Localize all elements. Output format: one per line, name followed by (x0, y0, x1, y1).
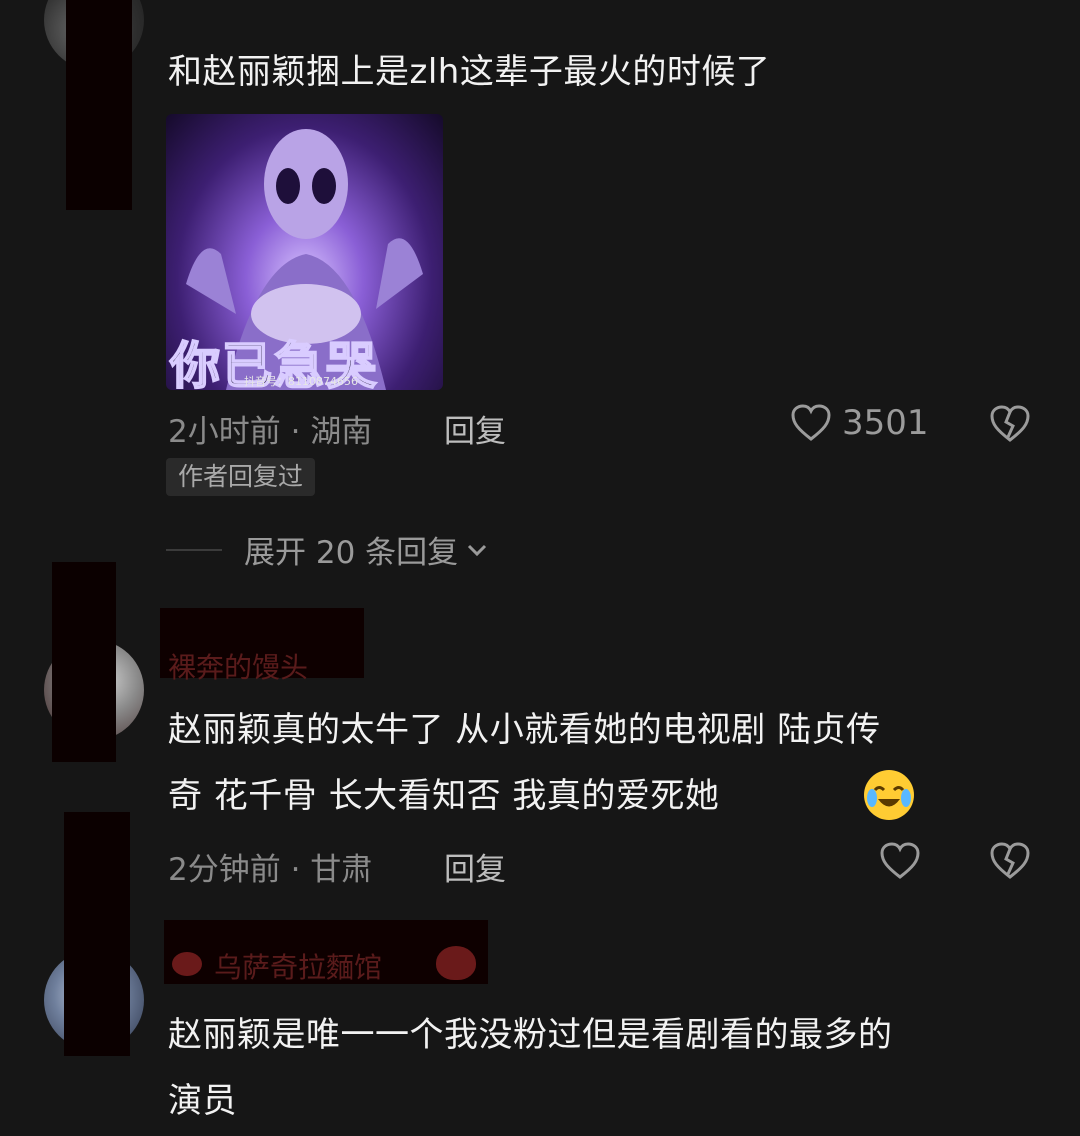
image-watermark: 抖音号：8110874656 (244, 375, 358, 388)
redaction-bar (64, 812, 130, 1056)
redaction-bar (66, 0, 132, 210)
comment-text-line-1: 赵丽颖是唯一一个我没粉过但是看剧看的最多的 (168, 1015, 893, 1055)
broken-heart-icon[interactable] (989, 841, 1031, 881)
chevron-down-icon (466, 543, 488, 557)
like-count: 3501 (842, 403, 929, 443)
expand-divider (166, 549, 222, 551)
expand-replies-label: 展开 20 条回复 (244, 535, 459, 571)
onion-icon (436, 946, 476, 980)
heart-icon (790, 403, 832, 443)
comment-text: 和赵丽颖捆上是zlh这辈子最火的时候了 (168, 52, 771, 92)
redaction-bar (52, 562, 116, 762)
username-fragment (170, 0, 490, 14)
comment-text-line-2: 奇 花千骨 长大看知否 我真的爱死她 (168, 776, 720, 816)
reply-button[interactable]: 回复 (444, 844, 506, 889)
heart-icon[interactable] (879, 841, 921, 881)
comment-text-line-1: 赵丽颖真的太牛了 从小就看她的电视剧 陆贞传 (168, 710, 881, 750)
expand-replies-button[interactable]: 展开 20 条回复 (244, 527, 488, 572)
comment-text-line-2: 演员 (168, 1081, 237, 1121)
reply-button[interactable]: 回复 (444, 406, 506, 451)
time-location: 2分钟前 · 甘肃 (168, 852, 373, 888)
crying-laughing-emoji-icon (864, 770, 914, 820)
author-replied-badge: 作者回复过 (166, 458, 316, 496)
time-location: 2小时前 · 湖南 (168, 414, 373, 450)
username[interactable]: 裸奔的馒头 (168, 646, 308, 686)
broken-heart-icon[interactable] (989, 404, 1031, 444)
comment-image[interactable]: 你已急哭 抖音号：8110874656 (166, 114, 443, 390)
username[interactable]: 乌萨奇拉麵馆 (214, 946, 382, 986)
like-button[interactable]: 3501 (790, 403, 929, 443)
onion-icon (172, 952, 202, 976)
